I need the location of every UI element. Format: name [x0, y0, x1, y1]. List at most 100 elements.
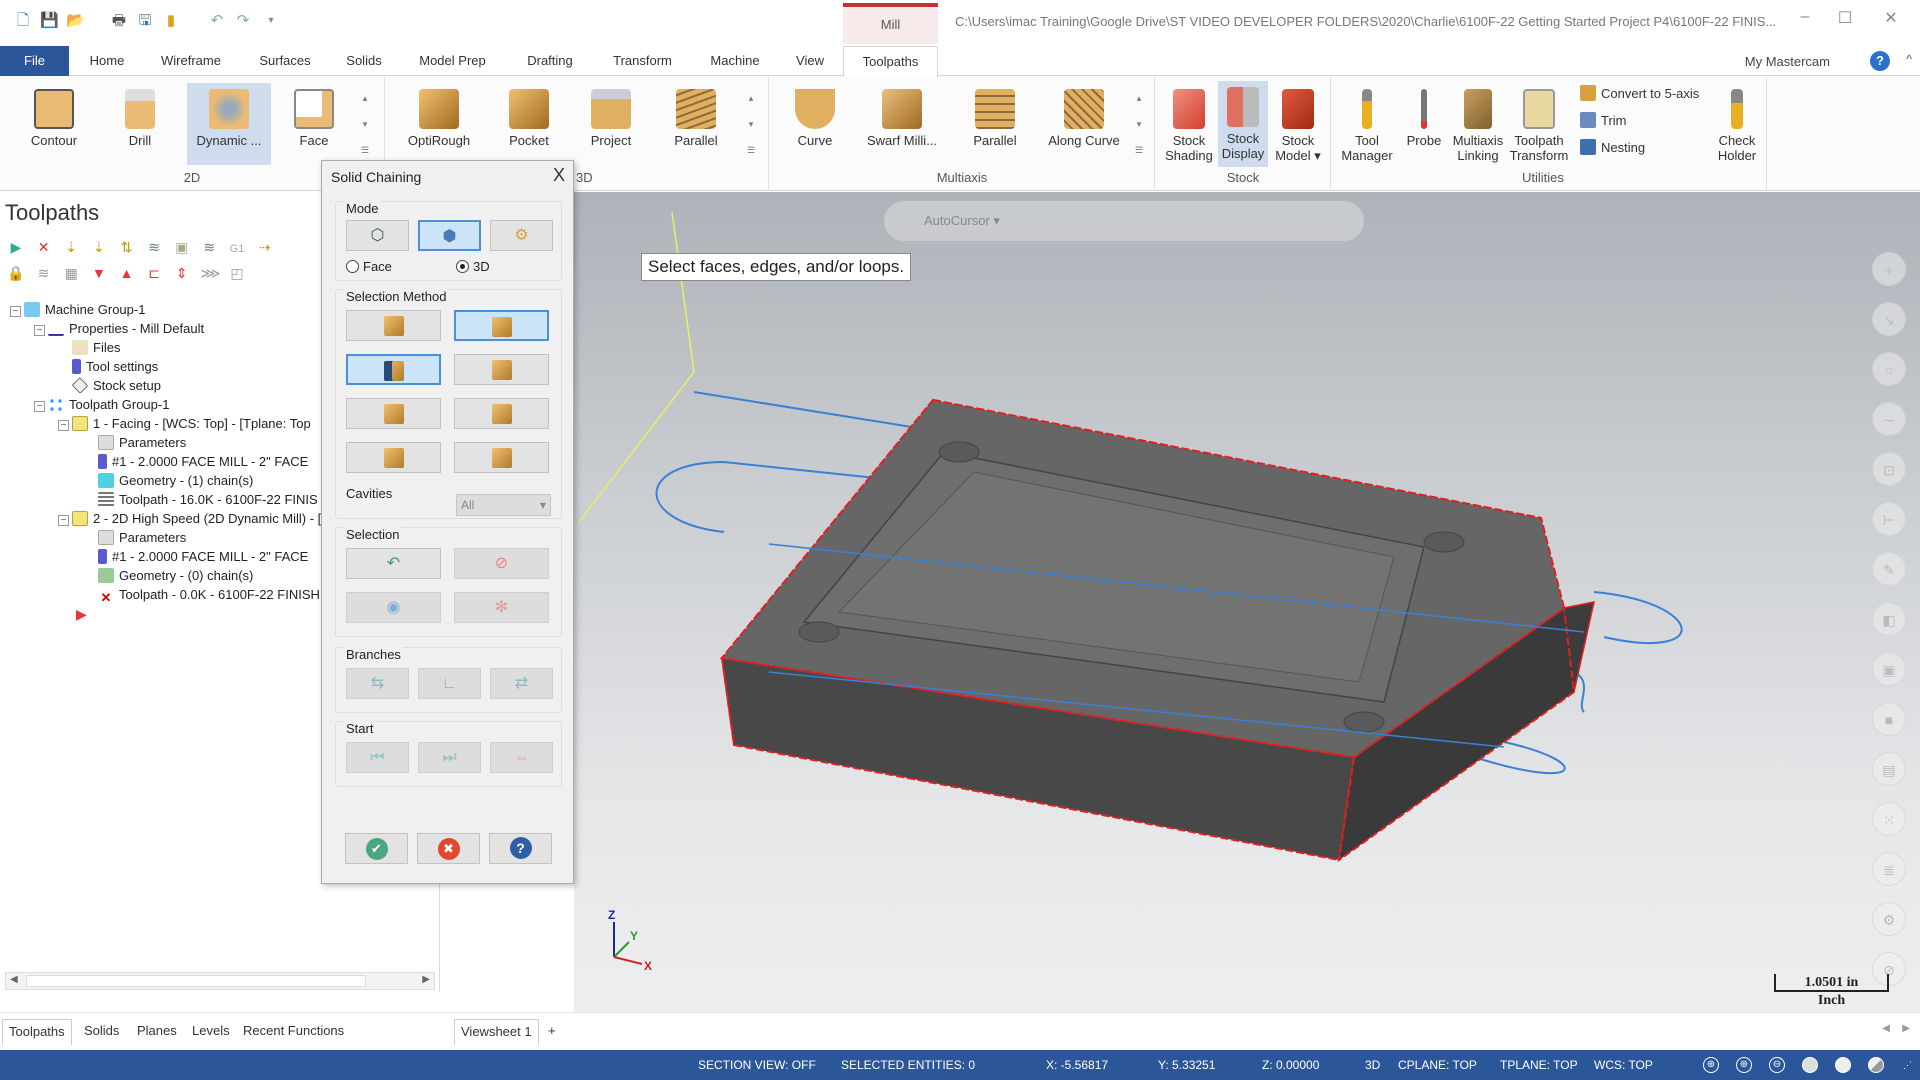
branch-axis-button[interactable]: ∟	[418, 668, 481, 699]
3d-mode-toggle[interactable]: 3D	[1365, 1050, 1380, 1080]
toggle-display-icon[interactable]: ≋	[35, 264, 53, 282]
customize-quick-access-icon[interactable]: ▾	[262, 12, 280, 30]
add-viewsheet-button[interactable]: +	[548, 1019, 556, 1045]
check-holder-button[interactable]: Check Holder	[1712, 83, 1762, 165]
help-icon[interactable]: ?	[1870, 51, 1890, 71]
tab-solids[interactable]: Solids	[338, 46, 390, 76]
face-button[interactable]: Face	[284, 83, 344, 165]
select-cavity-button[interactable]	[346, 442, 441, 473]
minimize-button[interactable]: –	[1790, 8, 1820, 32]
end-selection-button[interactable]: ◉	[346, 592, 441, 623]
parallel-multiaxis-button[interactable]: Parallel	[960, 83, 1030, 165]
settings-icon[interactable]: ⚙	[1872, 902, 1906, 936]
display-selected-icon[interactable]: ⋙	[200, 264, 220, 282]
view-globe-icon[interactable]: ⊕	[1703, 1057, 1719, 1073]
tree-node-geometry[interactable]: Geometry - (0) chain(s)	[98, 566, 253, 585]
tree-node-machine-group[interactable]: − Machine Group-1	[10, 300, 145, 319]
branch-forward-button[interactable]: ⇄	[490, 668, 553, 699]
tab-surfaces[interactable]: Surfaces	[250, 46, 320, 76]
color-icon[interactable]: ■	[1872, 702, 1906, 736]
scroll-thumb[interactable]	[26, 975, 366, 987]
nesting-button[interactable]: Nesting	[1580, 139, 1645, 155]
tab-file[interactable]: File	[0, 46, 69, 76]
select-edge-button[interactable]	[346, 310, 441, 341]
collapse-toggle[interactable]: −	[58, 420, 69, 431]
stock-model-button[interactable]: Stock Model ▾	[1272, 83, 1324, 165]
shading-translucent-icon[interactable]	[1868, 1057, 1884, 1073]
view-globe-icon[interactable]: ⊖	[1769, 1057, 1785, 1073]
lock-icon[interactable]: 🔒	[7, 264, 25, 282]
tool-manager-button[interactable]: Tool Manager	[1338, 83, 1396, 165]
viewsheet-scroll-right-icon[interactable]: ▶	[1902, 1023, 1910, 1034]
cavities-select[interactable]: All ▾	[456, 494, 551, 516]
ok-button[interactable]: ✔	[345, 833, 408, 864]
help-button[interactable]: ?	[489, 833, 552, 864]
insert-arrow-marker[interactable]: ▶	[76, 605, 87, 624]
fit-icon[interactable]: ⊡	[1872, 452, 1906, 486]
along-curve-button[interactable]: Along Curve	[1040, 83, 1128, 165]
move-up-icon[interactable]: ▲	[118, 264, 136, 282]
select-pocket-button[interactable]	[454, 398, 549, 429]
resize-grip-icon[interactable]: ⋰	[1903, 1050, 1912, 1080]
dialog-close-button[interactable]: X	[553, 165, 565, 186]
autocursor-dropdown[interactable]: AutoCursor	[924, 213, 990, 228]
folder-icon[interactable]: ▮	[162, 12, 180, 30]
tree-node-stock-setup[interactable]: Stock setup	[71, 376, 161, 395]
scroll-left-icon[interactable]: ◀	[10, 974, 18, 985]
viewsheet-tab[interactable]: Viewsheet 1	[454, 1019, 539, 1045]
panel-tab-toolpaths[interactable]: Toolpaths	[2, 1019, 72, 1045]
save-as-icon[interactable]: 🖫	[136, 12, 154, 30]
insert-arrow-icon[interactable]: ⊏	[145, 264, 163, 282]
selection-bar[interactable]: AutoCursor ▾	[884, 201, 1364, 241]
gallery-scroll-3d[interactable]: ▴ ▾ ☰	[744, 85, 758, 163]
stock-shading-button[interactable]: Stock Shading	[1164, 83, 1214, 165]
toggle-posting-icon[interactable]: ⇅	[118, 238, 136, 256]
solid-mode-button[interactable]: ⬢	[418, 220, 481, 251]
tab-wireframe[interactable]: Wireframe	[150, 46, 232, 76]
select-all-operations-icon[interactable]: ▶	[7, 238, 25, 256]
tree-node-tool[interactable]: #1 - 2.0000 FACE MILL - 2" FACE	[98, 547, 308, 566]
collapse-toggle[interactable]: −	[58, 515, 69, 526]
simulate-icon[interactable]: ≋	[200, 238, 218, 256]
dynamic-mill-button[interactable]: Dynamic ...	[187, 83, 271, 165]
tree-node-files[interactable]: Files	[72, 338, 120, 357]
scroll-to-insert-icon[interactable]: ⇕	[173, 264, 191, 282]
options-button[interactable]: ⚙	[490, 220, 553, 251]
graphics-viewport[interactable]: Select faces, edges, and/or loops. AutoC…	[574, 192, 1920, 1012]
collapse-toggle[interactable]: −	[34, 325, 45, 336]
tree-node-tool[interactable]: #1 - 2.0000 FACE MILL - 2" FACE	[98, 452, 308, 471]
post-g1-icon[interactable]: G1	[228, 240, 246, 258]
tree-node-geometry[interactable]: Geometry - (1) chain(s)	[98, 471, 253, 490]
3d-radio[interactable]: 3D	[456, 259, 490, 274]
levels-icon[interactable]: ≣	[1872, 852, 1906, 886]
shading-icon[interactable]: ◧	[1872, 602, 1906, 636]
optirough-button[interactable]: OptiRough	[398, 83, 480, 165]
panel-tab-levels[interactable]: Levels	[192, 1019, 230, 1045]
panel-tab-solids[interactable]: Solids	[84, 1019, 119, 1045]
move-down-icon[interactable]: ▼	[90, 264, 108, 282]
cancel-button[interactable]: ✖	[417, 833, 480, 864]
regenerate-dirty-icon[interactable]: ⇣	[90, 238, 108, 256]
start-back-button[interactable]: ⏮	[346, 742, 409, 773]
contour-button[interactable]: Contour	[18, 83, 90, 165]
cplane-status[interactable]: CPLANE: TOP	[1398, 1050, 1477, 1080]
open-icon[interactable]: 📂	[66, 12, 85, 30]
drill-button[interactable]: Drill	[104, 83, 176, 165]
regenerate-icon[interactable]: ⇣	[62, 238, 80, 256]
tree-horizontal-scrollbar[interactable]: ◀ ▶	[5, 972, 435, 990]
select-face-button[interactable]	[454, 310, 549, 341]
section-view-status[interactable]: SECTION VIEW: OFF	[698, 1050, 816, 1080]
branch-back-button[interactable]: ⇆	[346, 668, 409, 699]
tree-node-toolpath[interactable]: Toolpath - 16.0K - 6100F-22 FINIS	[98, 490, 318, 509]
start-forward-button[interactable]: ⏭	[418, 742, 481, 773]
maximize-button[interactable]: ☐	[1830, 8, 1860, 32]
tree-node-parameters[interactable]: Parameters	[98, 528, 186, 547]
print-icon[interactable]: 🖶	[110, 12, 128, 30]
view-globe-icon[interactable]: ⊕	[1736, 1057, 1752, 1073]
multiaxis-linking-button[interactable]: Multiaxis Linking	[1450, 83, 1506, 165]
view-tool-icon[interactable]: ↘	[1872, 302, 1906, 336]
wireframe-mode-button[interactable]: ⬡	[346, 220, 409, 251]
tab-view[interactable]: View	[790, 46, 830, 76]
zoom-in-icon[interactable]: +	[1872, 252, 1906, 286]
shading-solid-icon[interactable]	[1835, 1057, 1851, 1073]
